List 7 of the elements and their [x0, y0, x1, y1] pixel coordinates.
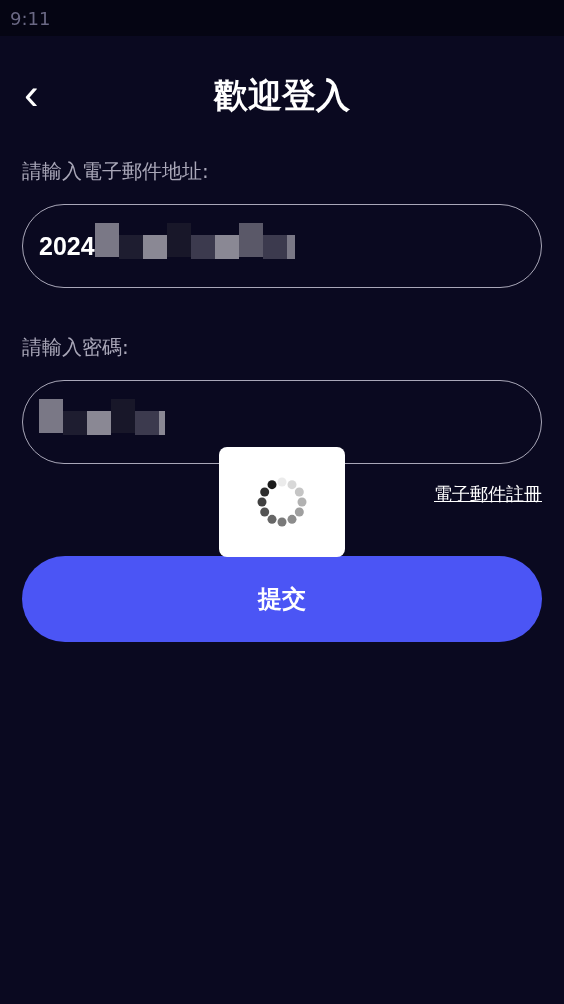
submit-button[interactable]: 提交: [22, 556, 542, 642]
field-label: 請輸入密碼:: [22, 334, 130, 361]
page-title: 歡迎登入: [214, 74, 350, 117]
status-time: 9:11: [10, 7, 51, 29]
back-button[interactable]: ‹: [18, 74, 45, 114]
register-link[interactable]: 電子郵件註冊: [434, 482, 542, 506]
field-label: 請輸入電子郵件地址:: [22, 158, 210, 185]
